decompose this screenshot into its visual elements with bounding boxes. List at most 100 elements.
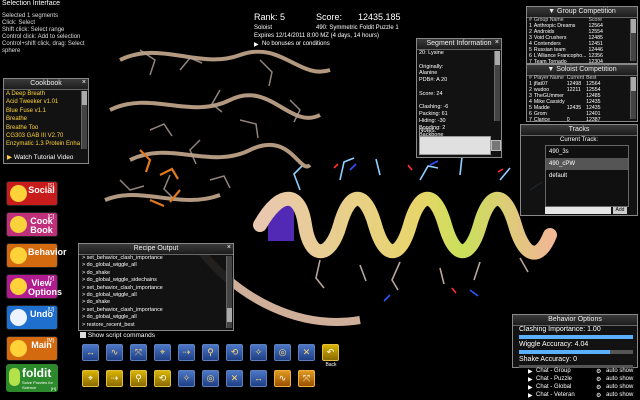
tool-row2-button[interactable]: ↔ xyxy=(250,370,267,387)
auto-show-toggle[interactable]: auto show xyxy=(606,368,633,374)
close-icon[interactable]: × xyxy=(495,39,499,46)
recipe-item[interactable]: CG303 GAB III V2.70 xyxy=(6,132,80,140)
gear-icon[interactable]: ⚙ xyxy=(596,368,601,375)
recipe-item[interactable]: Breathe Too xyxy=(6,124,80,132)
back-button[interactable]: ↶ xyxy=(322,344,339,361)
cookbook-scrollbar[interactable] xyxy=(81,91,87,149)
tool-tweak-icon: ⌖ xyxy=(159,347,166,357)
expand-arrow-icon[interactable]: ▶ xyxy=(254,41,259,48)
tool-row2-button[interactable]: ⚲ xyxy=(130,370,147,387)
chat-label: Chat - Veteran xyxy=(536,392,575,398)
expires-label: Expires 12/14/2011 8:00 MZ (4 days, 14 h… xyxy=(254,33,379,39)
tool-rebuild-icon: ⤧ xyxy=(302,373,311,383)
tool-row2-button[interactable]: ◎ xyxy=(202,370,219,387)
chat-row[interactable]: ▶ Chat - Global ⚙ auto show xyxy=(528,384,638,392)
cook-book-button[interactable]: Cook Book [C] xyxy=(6,212,58,237)
tool-row2-button[interactable]: ⤧ xyxy=(298,370,315,387)
tool-reset-button[interactable]: ⟲ xyxy=(226,344,243,361)
tool-row2-button[interactable]: ∿ xyxy=(274,370,291,387)
segment-detail-line: Alanine xyxy=(419,70,438,77)
chat-row[interactable]: ▶ Chat - Puzzle ⚙ auto show xyxy=(528,376,638,384)
tool-tweak-button[interactable]: ⌖ xyxy=(154,344,171,361)
recipe-output-scrollbar[interactable] xyxy=(226,256,232,328)
tool-shake-button[interactable]: ↔ xyxy=(82,344,99,361)
track-item[interactable]: default xyxy=(546,170,628,182)
gear-icon[interactable]: ⚙ xyxy=(596,376,601,383)
undo-button[interactable]: Undo [U] xyxy=(6,305,58,330)
tool-row2-button[interactable]: ⇢ xyxy=(106,370,123,387)
recipe-output-title: Recipe Output xyxy=(79,244,233,255)
foldit-logo[interactable]: foldit Solve Puzzles for Science [H] xyxy=(6,364,58,392)
gear-icon[interactable]: ⚙ xyxy=(596,384,601,391)
track-name-input[interactable] xyxy=(545,207,611,214)
tool-row2-button[interactable]: ⌖ xyxy=(82,370,99,387)
auto-show-toggle[interactable]: auto show xyxy=(606,376,633,382)
segment-detail-line xyxy=(419,98,493,105)
notes-save-button[interactable] xyxy=(491,140,501,151)
tool-wiggle-button[interactable]: ∿ xyxy=(106,344,123,361)
tool-mutate-button[interactable]: ⚲ xyxy=(202,344,219,361)
expand-arrow-icon[interactable]: ▶ xyxy=(528,392,533,399)
clash-importance-slider[interactable] xyxy=(519,335,633,339)
recipe-list[interactable]: A Deep Breath Acid Tweeker v1.01 Blue Fuse… xyxy=(6,90,80,149)
selection-help-line: sphere xyxy=(2,48,21,54)
recipe-output-line: > do_shake xyxy=(82,299,111,306)
tool-row2-button[interactable]: ✧ xyxy=(178,370,195,387)
gear-icon[interactable]: ⚙ xyxy=(596,392,601,399)
cookbook-title: Cookbook xyxy=(4,79,88,90)
cook-book-icon xyxy=(10,216,27,233)
collapse-arrow-icon[interactable]: ▼ xyxy=(548,8,557,15)
tool-wiggle-icon: ∿ xyxy=(110,347,119,357)
tool-wiggle-icon: ∿ xyxy=(278,373,287,383)
shake-accuracy-label: Shake Accuracy: 0 xyxy=(519,356,577,363)
track-item[interactable]: 490_3s xyxy=(546,146,628,158)
main-button[interactable]: Main [M] xyxy=(6,336,58,361)
chat-row[interactable]: ▶ Chat - Veteran ⚙ auto show xyxy=(528,392,638,400)
close-icon[interactable]: × xyxy=(227,244,231,251)
expand-arrow-icon[interactable]: ▶ xyxy=(528,376,533,383)
current-track-label: Current Track: xyxy=(559,137,598,143)
show-script-toggle[interactable]: Show script commands xyxy=(80,332,155,339)
auto-show-toggle[interactable]: auto show xyxy=(606,384,633,390)
selection-help-line: Control+shift click, drag: Select xyxy=(2,41,85,47)
tutorial-video-button[interactable]: ▶ Watch Tutorial Video xyxy=(7,153,73,161)
tool-delete-button[interactable]: ✕ xyxy=(298,344,315,361)
selection-title: Selection Interface xyxy=(2,0,60,7)
tool-pull-button[interactable]: ⇢ xyxy=(178,344,195,361)
chat-row[interactable]: ▶ Chat - Group ⚙ auto show xyxy=(528,368,638,376)
main-icon xyxy=(10,340,27,357)
recipe-item[interactable]: Enzymatic 1.3 Protein Enhan xyxy=(6,140,80,148)
checkbox-icon[interactable] xyxy=(80,332,86,339)
recipe-output-line: > set_behavior_clash_importance xyxy=(82,306,163,313)
recipe-item[interactable]: Blue Fuse v1.1 xyxy=(6,107,80,115)
tool-rebuild-button[interactable]: ⤧ xyxy=(130,344,147,361)
add-track-button[interactable]: Add xyxy=(613,207,627,214)
segment-info-scrollbar[interactable] xyxy=(494,51,500,121)
soloist-competition-panel: ▼ Soloist Competition # Player Name Curren… xyxy=(526,64,638,123)
tool-row2-button[interactable]: ✕ xyxy=(226,370,243,387)
social-button[interactable]: Social [S] xyxy=(6,181,58,206)
recipe-item[interactable]: Acid Tweeker v1.01 xyxy=(6,98,80,106)
recipe-output-line: > do_global_wiggle_all xyxy=(82,262,137,269)
wiggle-accuracy-slider[interactable] xyxy=(519,350,633,354)
soloist-scrollbar[interactable] xyxy=(630,77,636,119)
group-scrollbar[interactable] xyxy=(630,19,636,61)
track-item[interactable]: 490_cPW xyxy=(546,158,628,170)
view-options-button[interactable]: View Options [V] xyxy=(6,274,62,299)
track-list[interactable]: 490_3s 490_cPW default xyxy=(546,146,628,182)
sidechain-sticks-helix xyxy=(293,156,543,302)
tool-band-button[interactable]: ◎ xyxy=(274,344,291,361)
tool-freeze-button[interactable]: ✧ xyxy=(250,344,267,361)
expand-arrow-icon[interactable]: ▶ xyxy=(528,384,533,391)
collapse-arrow-icon[interactable]: ▼ xyxy=(547,66,556,73)
behavior-button[interactable]: Behavior xyxy=(6,243,67,268)
recipe-item[interactable]: Breathe xyxy=(6,115,80,123)
wiggle-accuracy-label: Wiggle Accuracy: 4.04 xyxy=(519,341,589,348)
table-row[interactable]: 7 Clarice 0 12387 xyxy=(528,117,602,123)
notes-field[interactable] xyxy=(419,136,491,155)
recipe-item[interactable]: A Deep Breath xyxy=(6,90,80,98)
auto-show-toggle[interactable]: auto show xyxy=(606,392,633,398)
close-icon[interactable]: × xyxy=(82,79,86,86)
tool-row2-button[interactable]: ⟲ xyxy=(154,370,171,387)
expand-arrow-icon[interactable]: ▶ xyxy=(528,368,533,375)
